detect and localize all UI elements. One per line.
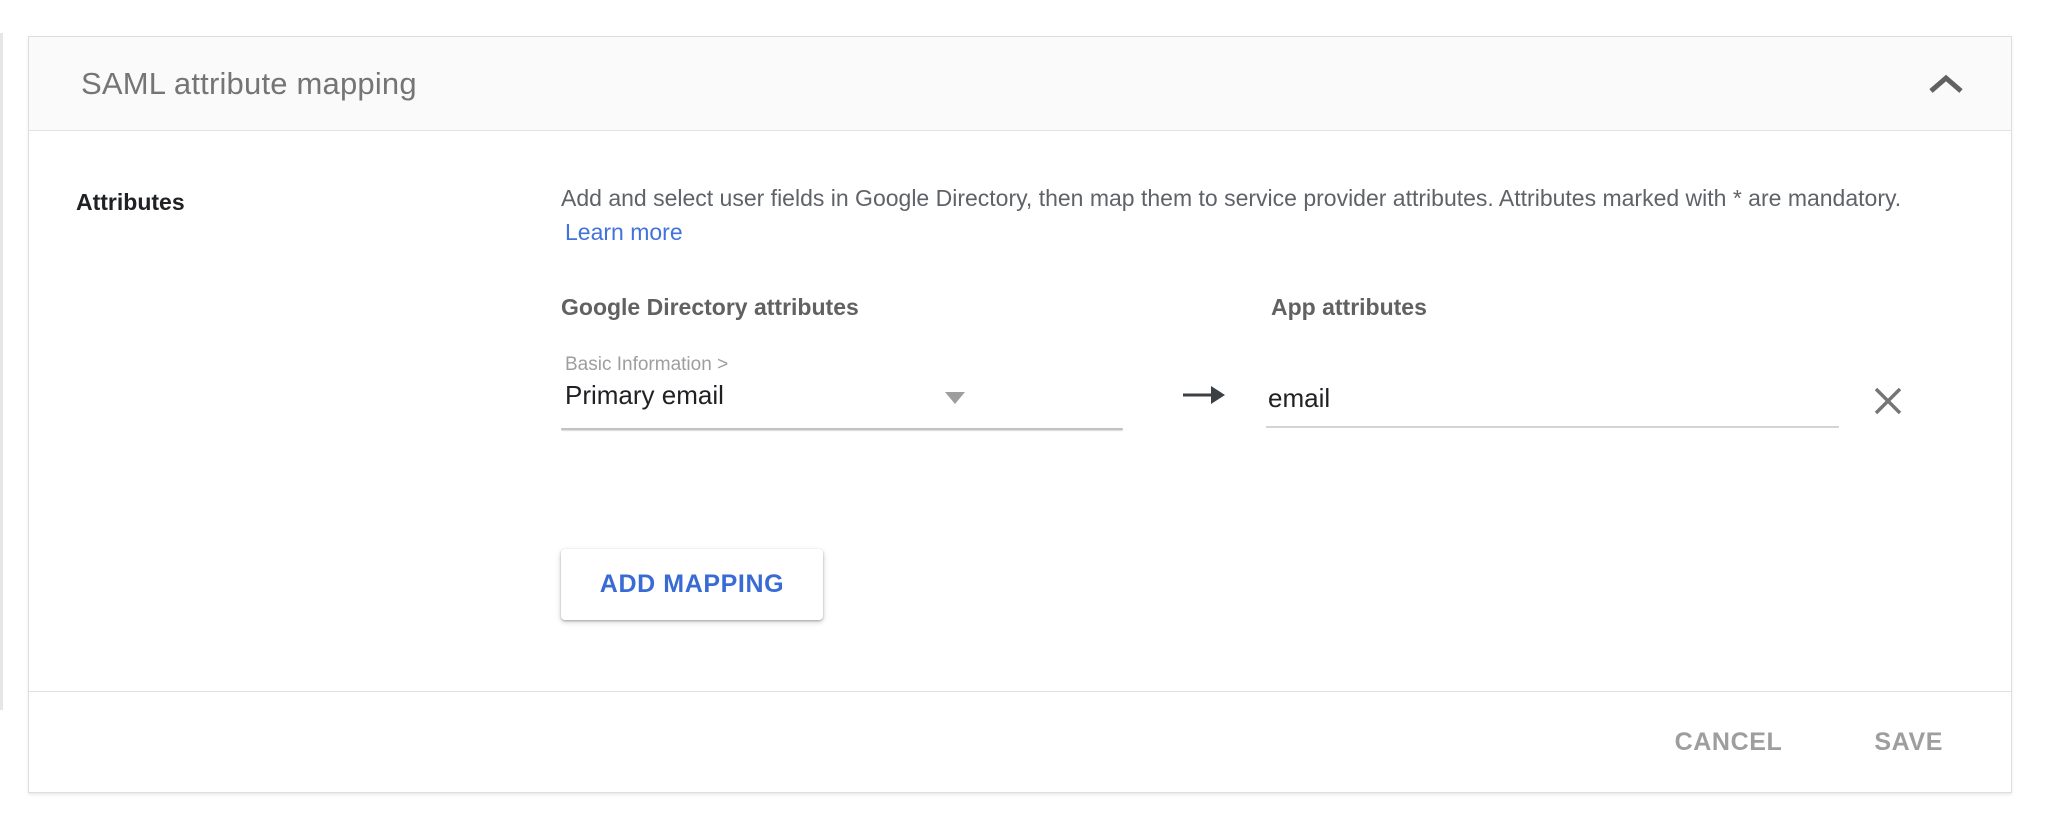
select-underline — [561, 428, 1123, 430]
learn-more-link[interactable]: Learn more — [565, 219, 683, 245]
chevron-up-icon[interactable] — [1925, 72, 1967, 96]
save-button[interactable]: SAVE — [1870, 718, 1947, 767]
google-directory-attributes-header: Google Directory attributes — [561, 294, 859, 321]
card-title: SAML attribute mapping — [81, 66, 417, 102]
card-footer: CANCEL SAVE — [29, 691, 2011, 793]
maps-to-arrow-icon — [1181, 382, 1227, 408]
cancel-button[interactable]: CANCEL — [1671, 718, 1787, 767]
attributes-label: Attributes — [76, 189, 185, 216]
saml-attribute-mapping-card: SAML attribute mapping Attributes Add an… — [28, 36, 2012, 793]
select-category-label: Basic Information > — [565, 354, 728, 376]
google-attribute-select[interactable]: Basic Information > Primary email — [561, 354, 1123, 434]
adjacent-panel-edge — [0, 33, 3, 710]
dropdown-caret-icon[interactable] — [945, 392, 965, 404]
page-background: SAML attribute mapping Attributes Add an… — [0, 0, 2046, 820]
select-selected-value: Primary email — [565, 380, 724, 411]
app-attributes-header: App attributes — [1271, 294, 1427, 321]
close-x-icon — [1871, 384, 1905, 418]
attributes-description: Add and select user fields in Google Dir… — [561, 181, 1963, 249]
description-text: Add and select user fields in Google Dir… — [561, 185, 1901, 211]
remove-mapping-button[interactable] — [1869, 382, 1907, 420]
app-attribute-input[interactable] — [1266, 358, 1839, 428]
card-header[interactable]: SAML attribute mapping — [29, 37, 2011, 131]
app-attribute-field — [1266, 358, 1839, 428]
add-mapping-button[interactable]: ADD MAPPING — [561, 549, 823, 620]
